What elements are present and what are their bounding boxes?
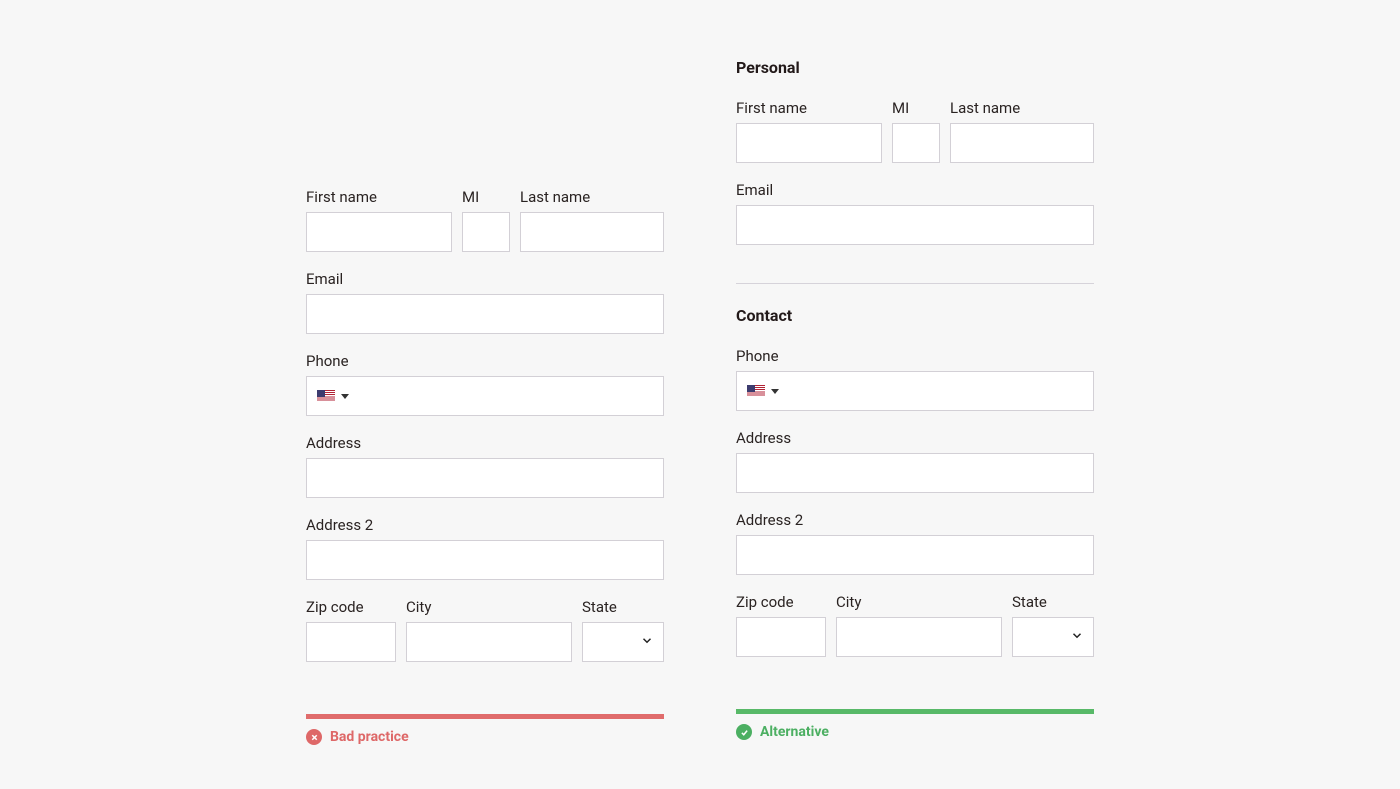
zip-city-state-row: Zip code City State [736,593,1094,657]
phone-group: Phone [306,352,664,416]
email-label: Email [306,270,664,288]
phone-input[interactable] [359,376,664,416]
first-name-label: First name [306,188,452,206]
email-label: Email [736,181,1094,199]
alternative-text: Alternative [760,724,829,740]
bad-practice-panel: First name MI Last name Email Phone [306,58,664,745]
check-circle-icon [736,724,752,740]
address-label: Address [306,434,664,452]
mi-label: MI [462,188,510,206]
section-divider [736,283,1094,284]
address-input[interactable] [736,453,1094,493]
first-name-input[interactable] [736,123,882,163]
zip-city-state-row: Zip code City State [306,598,664,662]
zip-label: Zip code [736,593,826,611]
phone-input[interactable] [789,371,1094,411]
mi-input[interactable] [462,212,510,252]
state-label: State [1012,593,1094,611]
address-group: Address [736,429,1094,493]
city-label: City [406,598,572,616]
last-name-label: Last name [950,99,1094,117]
bad-practice-text: Bad practice [330,729,409,745]
zip-input[interactable] [306,622,396,662]
name-row: First name MI Last name [306,188,664,252]
mi-label: MI [892,99,940,117]
state-select[interactable] [1012,617,1094,657]
address-label: Address [736,429,1094,447]
state-label: State [582,598,664,616]
email-group: Email [736,181,1094,245]
city-input[interactable] [406,622,572,662]
alternative-rule [736,709,1094,714]
address2-group: Address 2 [306,516,664,580]
phone-group: Phone [736,347,1094,411]
state-select[interactable] [582,622,664,662]
bad-practice-rule [306,714,664,719]
x-circle-icon [306,729,322,745]
comparison-container: First name MI Last name Email Phone [0,0,1400,745]
last-name-input[interactable] [950,123,1094,163]
contact-section-title: Contact [736,306,1094,325]
caret-down-icon [341,394,349,399]
address2-label: Address 2 [736,511,1094,529]
phone-country-selector[interactable] [736,371,789,411]
address2-group: Address 2 [736,511,1094,575]
alternative-panel: Personal First name MI Last name Email C… [736,58,1094,745]
address-group: Address [306,434,664,498]
first-name-input[interactable] [306,212,452,252]
mi-input[interactable] [892,123,940,163]
phone-label: Phone [736,347,1094,365]
alternative-badge: Alternative [736,724,1094,740]
address2-input[interactable] [306,540,664,580]
personal-section-title: Personal [736,58,1094,77]
email-input[interactable] [306,294,664,334]
city-label: City [836,593,1002,611]
last-name-input[interactable] [520,212,664,252]
zip-label: Zip code [306,598,396,616]
last-name-label: Last name [520,188,664,206]
us-flag-icon [317,390,335,402]
caret-down-icon [771,389,779,394]
address2-label: Address 2 [306,516,664,534]
email-input[interactable] [736,205,1094,245]
phone-label: Phone [306,352,664,370]
bad-practice-badge: Bad practice [306,729,664,745]
us-flag-icon [747,385,765,397]
name-row: First name MI Last name [736,99,1094,163]
zip-input[interactable] [736,617,826,657]
email-group: Email [306,270,664,334]
address-input[interactable] [306,458,664,498]
phone-country-selector[interactable] [306,376,359,416]
first-name-label: First name [736,99,882,117]
address2-input[interactable] [736,535,1094,575]
city-input[interactable] [836,617,1002,657]
